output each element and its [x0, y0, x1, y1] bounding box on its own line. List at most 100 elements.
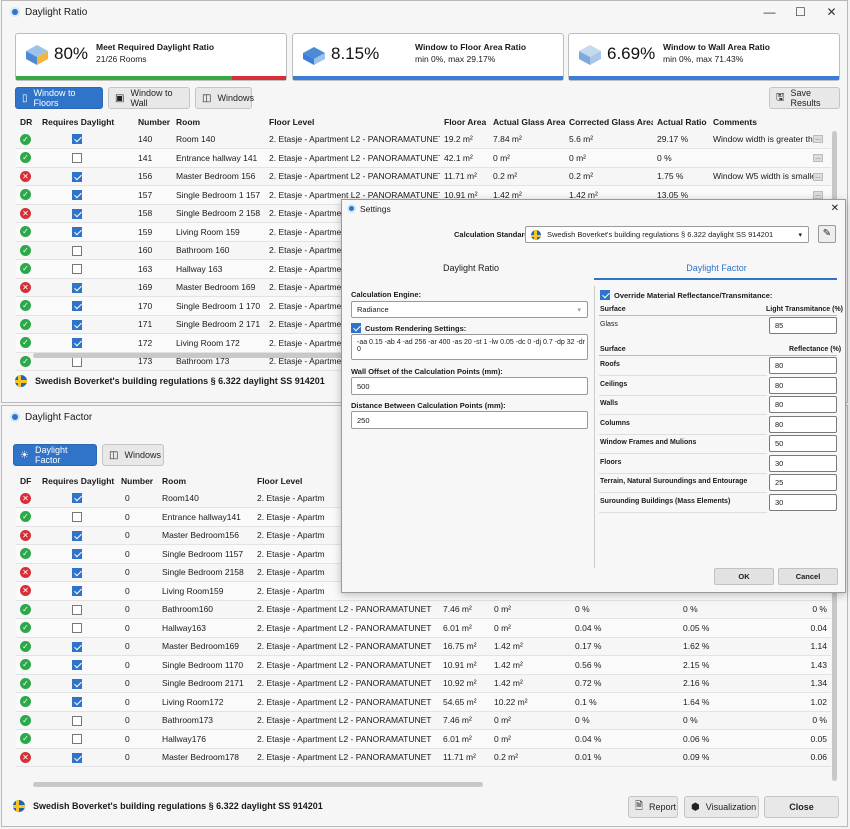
requires-daylight-checkbox[interactable]	[72, 604, 82, 615]
requires-daylight-checkbox[interactable]	[72, 338, 82, 349]
requires-daylight-checkbox[interactable]	[72, 245, 82, 256]
requires-daylight-checkbox[interactable]	[72, 586, 82, 597]
wall-offset-input[interactable]: 500	[351, 377, 588, 395]
requires-daylight-checkbox[interactable]	[72, 134, 82, 145]
column-header[interactable]: Corrected Glass Area	[565, 114, 653, 130]
glass-input[interactable]: 85	[769, 317, 837, 334]
reflectance-input[interactable]: 80	[769, 357, 837, 374]
close-icon[interactable]: ✕	[816, 5, 847, 19]
column-header[interactable]: Comments	[709, 114, 831, 130]
visualization-button[interactable]: ⬢ Visualization	[684, 796, 759, 818]
column-header[interactable]: Room	[172, 114, 265, 130]
requires-daylight-checkbox[interactable]	[72, 752, 82, 763]
requires-daylight-checkbox[interactable]	[72, 301, 82, 312]
more-icon[interactable]: …	[813, 135, 823, 143]
table-row[interactable]: ✓ 0 Bathroom173 2. Etasje - Apartment L2 - …	[16, 711, 831, 730]
horizontal-scrollbar[interactable]	[33, 782, 483, 787]
table-row[interactable]: ✓ 0 Bathroom160 2. Etasje - Apartment L2 - …	[16, 600, 831, 619]
requires-daylight-checkbox[interactable]	[72, 171, 82, 182]
table-row[interactable]: ✓ 0 Hallway163 2. Etasje - Apartment L2 - P…	[16, 618, 831, 638]
tab-settings-daylight-ratio[interactable]: Daylight Ratio	[342, 263, 600, 273]
custom-rendering-input[interactable]: -aa 0.15 -ab 4 -ad 256 -ar 400 -as 20 -s…	[351, 334, 588, 360]
engine-select[interactable]: Radiance ▾	[351, 301, 588, 318]
column-header[interactable]: Number	[117, 473, 158, 489]
column-header[interactable]: Room	[158, 473, 253, 489]
tab-windows[interactable]: ◫ Windows	[195, 87, 254, 109]
column-header[interactable]: Floor Area	[440, 114, 489, 130]
column-header[interactable]: Actual Ratio	[653, 114, 709, 130]
cell-floor: 2. Etasje - Apartment L2 - PANORAMATUNET	[265, 167, 440, 186]
more-icon[interactable]: …	[813, 191, 823, 199]
cell-c: 0 %	[571, 711, 679, 730]
table-row[interactable]: ✓ 0 Living Room172 2. Etasje - Apartment L2…	[16, 692, 831, 712]
requires-daylight-checkbox[interactable]	[72, 697, 82, 708]
column-header[interactable]: DF	[16, 473, 38, 489]
requires-daylight-checkbox[interactable]	[72, 319, 82, 330]
requires-daylight-checkbox[interactable]	[72, 715, 82, 726]
horizontal-scrollbar[interactable]	[33, 353, 343, 358]
requires-daylight-checkbox[interactable]	[72, 567, 82, 578]
distance-input[interactable]: 250	[351, 411, 588, 429]
table-row[interactable]: ✓ 140 Room 140 2. Etasje - Apartment L2 - P…	[16, 130, 831, 149]
tab-df-windows[interactable]: ◫ Windows	[102, 444, 164, 466]
requires-daylight-checkbox[interactable]	[72, 356, 82, 367]
minimize-icon[interactable]: —	[754, 5, 785, 19]
table-row[interactable]: ✓ 141 Entrance hallway 141 2. Etasje - Apar…	[16, 148, 831, 168]
requires-daylight-checkbox[interactable]	[72, 153, 82, 164]
more-icon[interactable]: …	[813, 154, 823, 162]
requires-daylight-checkbox[interactable]	[72, 549, 82, 560]
requires-daylight-checkbox[interactable]	[72, 190, 82, 201]
reflectance-input[interactable]: 80	[769, 396, 837, 413]
column-header[interactable]: Floor Level	[265, 114, 440, 130]
reflectance-input[interactable]: 25	[769, 474, 837, 491]
requires-daylight-checkbox[interactable]	[72, 660, 82, 671]
requires-daylight-checkbox[interactable]	[72, 530, 82, 541]
requires-daylight-checkbox[interactable]	[72, 623, 82, 634]
reflectance-input[interactable]: 30	[769, 454, 837, 472]
requires-daylight-checkbox[interactable]	[72, 641, 82, 652]
tab-window-to-floors[interactable]: ▯ Window to Floors	[15, 87, 103, 109]
requires-daylight-checkbox[interactable]	[72, 493, 82, 504]
table-row[interactable]: ✕ 156 Master Bedroom 156 2. Etasje - Apartm…	[16, 167, 831, 186]
table-row[interactable]: ✓ 0 Single Bedroom 2171 2. Etasje - Apartme…	[16, 674, 831, 693]
chevron-down-icon: ▾	[577, 306, 581, 314]
column-header[interactable]: Number	[134, 114, 172, 130]
cancel-button[interactable]: Cancel	[778, 568, 838, 585]
table-row[interactable]: ✓ 0 Single Bedroom 1170 2. Etasje - Apartme…	[16, 655, 831, 675]
tab-settings-daylight-factor[interactable]: Daylight Factor	[594, 263, 839, 273]
card-sublabel: min 0%, max 29.17%	[415, 54, 496, 64]
column-header[interactable]: Requires Daylight	[38, 114, 134, 130]
edit-icon[interactable]: ✎	[818, 225, 836, 243]
requires-daylight-checkbox[interactable]	[72, 512, 82, 523]
cell-c: 0.1 %	[571, 692, 679, 712]
table-row[interactable]: ✓ 0 Master Bedroom169 2. Etasje - Apartment…	[16, 637, 831, 656]
tab-window-to-wall[interactable]: ▣ Window to Wall	[108, 87, 190, 109]
ok-button[interactable]: OK	[714, 568, 774, 585]
column-header[interactable]: Actual Glass Area	[489, 114, 565, 130]
reflectance-input[interactable]: 50	[769, 435, 837, 452]
calc-standard-select[interactable]: Swedish Boverket's building regulations …	[525, 226, 809, 243]
column-header[interactable]: Requires Daylight	[38, 473, 117, 489]
table-row[interactable]: ✓ 0 Hallway176 2. Etasje - Apartment L2 - P…	[16, 729, 831, 749]
maximize-icon[interactable]: ☐	[785, 5, 816, 19]
report-button[interactable]: 🗎 Report	[628, 796, 678, 818]
requires-daylight-checkbox[interactable]	[72, 264, 82, 275]
reflectance-input[interactable]: 30	[769, 493, 837, 511]
requires-daylight-checkbox[interactable]	[72, 208, 82, 219]
close-button[interactable]: Close	[764, 796, 839, 818]
tab-daylight-factor[interactable]: ☀ Daylight Factor	[13, 444, 97, 466]
column-header[interactable]: DR	[16, 114, 38, 130]
divider	[599, 453, 767, 454]
table-row[interactable]: ✕ 0 Master Bedroom178 2. Etasje - Apartment…	[16, 748, 831, 767]
override-checkbox[interactable]	[600, 290, 610, 300]
requires-daylight-checkbox[interactable]	[72, 678, 82, 689]
requires-daylight-checkbox[interactable]	[72, 282, 82, 293]
reflectance-input[interactable]: 80	[769, 376, 837, 394]
close-icon[interactable]: ✕	[831, 203, 839, 214]
requires-daylight-checkbox[interactable]	[72, 734, 82, 745]
more-icon[interactable]: …	[813, 172, 823, 181]
save-results-button[interactable]: 🖫 Save Results	[769, 87, 840, 109]
custom-rendering-checkbox[interactable]	[351, 323, 361, 333]
reflectance-input[interactable]: 80	[769, 415, 837, 433]
requires-daylight-checkbox[interactable]	[72, 227, 82, 238]
